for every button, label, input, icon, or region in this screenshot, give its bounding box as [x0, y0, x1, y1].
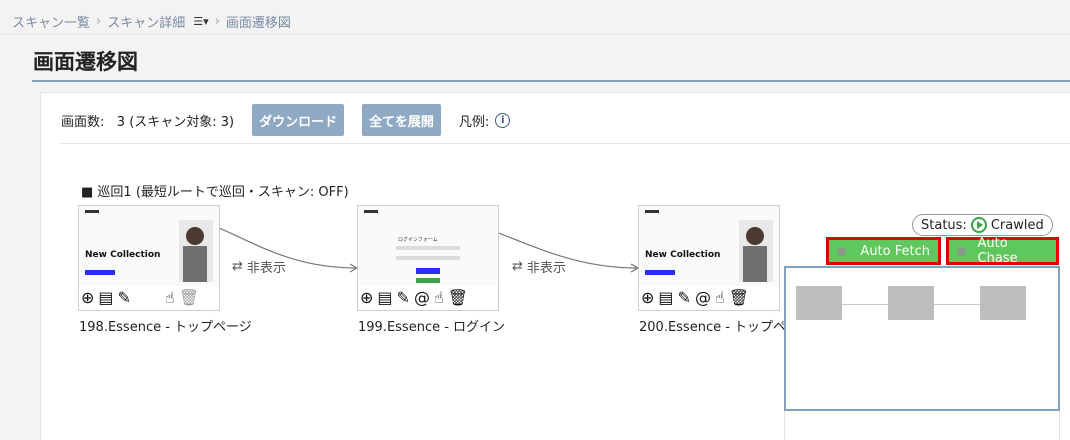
- document-icon[interactable]: ▤: [98, 289, 113, 307]
- swap-icon: ⇄: [232, 259, 243, 274]
- snail-icon[interactable]: @: [695, 289, 711, 307]
- status-dot-icon: [837, 246, 846, 256]
- status-dot-icon: [957, 246, 966, 256]
- screen-thumbnail: [79, 206, 219, 286]
- screen-caption: 198.Essence - トップページ: [79, 320, 252, 335]
- trash-icon[interactable]: 🗑: [179, 289, 199, 307]
- document-icon[interactable]: ▤: [377, 289, 392, 307]
- trash-icon[interactable]: 🗑: [448, 289, 468, 307]
- hand-pointer-icon[interactable]: ☝: [434, 289, 444, 307]
- auto-chase-button[interactable]: Auto Chase: [946, 236, 1059, 266]
- status-badge: Status: Crawled: [912, 214, 1053, 236]
- screen-node-199[interactable]: ログインフォーム ⊕ ▤ ✎ @ ☝ 🗑: [357, 205, 499, 311]
- pencil-icon[interactable]: ✎: [118, 289, 131, 307]
- snail-icon[interactable]: @: [414, 289, 430, 307]
- screen-caption: 199.Essence - ログイン: [358, 320, 506, 335]
- mini-map-node: [888, 286, 934, 320]
- zoom-in-icon[interactable]: ⊕: [360, 289, 373, 307]
- pencil-icon[interactable]: ✎: [678, 289, 691, 307]
- zoom-in-icon[interactable]: ⊕: [641, 289, 654, 307]
- screen-thumbnail: [639, 206, 779, 286]
- panel-extension: [784, 411, 1060, 440]
- screen-caption: 200.Essence - トップペ: [639, 320, 787, 335]
- zoom-in-icon[interactable]: ⊕: [81, 289, 94, 307]
- document-icon[interactable]: ▤: [658, 289, 673, 307]
- pencil-icon[interactable]: ✎: [397, 289, 410, 307]
- hand-pointer-icon[interactable]: ☝: [165, 289, 175, 307]
- swap-icon: ⇄: [512, 259, 523, 274]
- hand-pointer-icon[interactable]: ☝: [715, 289, 725, 307]
- screen-thumbnail: [358, 206, 498, 286]
- screen-node-200[interactable]: New Collection ⊕ ▤ ✎ @ ☝ 🗑: [638, 205, 780, 311]
- mini-map-node: [796, 286, 842, 320]
- thumbnail-title: ログインフォーム: [398, 237, 438, 243]
- play-icon: [970, 217, 987, 233]
- mini-map-popup: [784, 266, 1060, 411]
- edge-label[interactable]: ⇄ 非表示: [232, 257, 286, 276]
- mini-map-node: [980, 286, 1026, 320]
- thumbnail-title: New Collection: [85, 250, 161, 260]
- edge-label[interactable]: ⇄ 非表示: [512, 257, 566, 276]
- trash-icon[interactable]: 🗑: [729, 289, 749, 307]
- thumbnail-title: New Collection: [645, 250, 721, 260]
- screen-node-198[interactable]: New Collection ⊕ ▤ ✎ ☝ 🗑: [78, 205, 220, 311]
- auto-fetch-button[interactable]: Auto Fetch: [826, 237, 941, 265]
